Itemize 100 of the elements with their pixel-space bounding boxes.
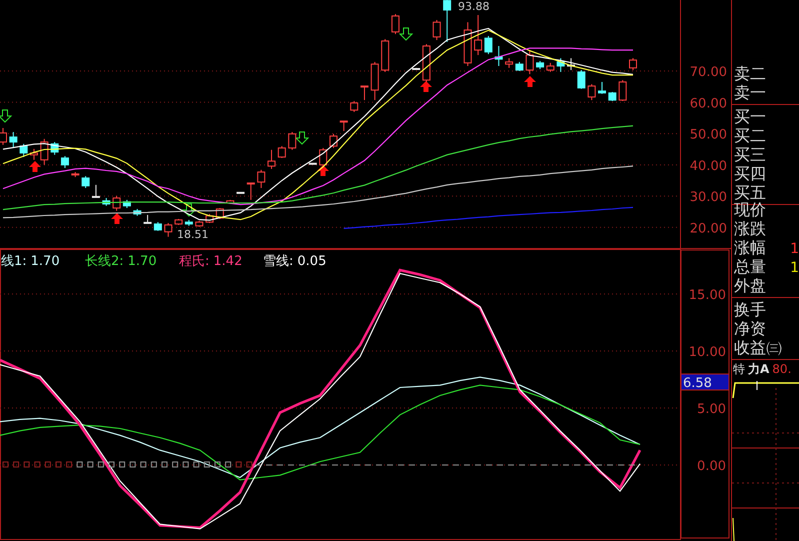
y-axis-label: 10.00 (688, 345, 726, 360)
up-arrow-icon (317, 165, 329, 176)
candlestick (288, 132, 296, 150)
candlestick (381, 38, 390, 72)
candlestick (330, 133, 338, 148)
candlestick (484, 35, 492, 55)
y-axis-label: 70.00 (690, 65, 727, 80)
y-axis-label: 60.00 (690, 96, 727, 112)
up-arrow-icon (111, 213, 123, 224)
candlestick (50, 142, 59, 156)
candlestick (494, 45, 503, 66)
candlestick (567, 58, 576, 71)
candlestick (184, 219, 193, 226)
candlestick (360, 86, 368, 101)
price-label: 93.88 (458, 0, 490, 13)
y-axis-label: 15.00 (688, 288, 726, 304)
indicator-label: 力A (748, 360, 770, 378)
candlestick (536, 60, 544, 70)
candlestick (268, 149, 276, 170)
candlestick (443, 0, 452, 42)
quote-label: 外盘 (734, 276, 766, 295)
down-arrow-icon (0, 110, 12, 123)
y-axis-label: 0.00 (697, 458, 726, 474)
quote-label: 收益㈢ (734, 338, 782, 357)
candlestick (608, 91, 616, 102)
candlestick (618, 80, 627, 102)
candlestick (82, 176, 90, 188)
quote-label: 买五 (734, 183, 766, 202)
candlestick (246, 182, 255, 200)
candlestick (164, 222, 172, 238)
up-arrow-icon (524, 76, 536, 87)
quote-label: 换手 (734, 300, 766, 319)
y-axis-label: 40.00 (690, 158, 727, 174)
down-arrow-icon (398, 28, 414, 41)
candlestick (370, 61, 379, 101)
candlestick (391, 14, 400, 35)
candlestick (174, 218, 183, 226)
candlestick (412, 67, 420, 70)
y-axis-label: 20.00 (690, 221, 727, 236)
quote-value: 1 (790, 259, 799, 278)
candlestick (20, 143, 28, 158)
candlestick (515, 61, 524, 72)
y-axis-label: 50.00 (690, 128, 727, 143)
candlestick (71, 172, 80, 178)
indicator-value: 80. (772, 362, 792, 376)
down-arrow-icon (294, 132, 310, 145)
candlestick (526, 50, 534, 75)
legend-item: 长线2: 1.70 (85, 254, 157, 269)
candlestick (9, 132, 18, 148)
y-axis-label: 5.00 (697, 402, 726, 417)
up-arrow-icon (420, 81, 432, 92)
candlestick (588, 84, 596, 101)
quote-label: 买一 (734, 107, 766, 126)
legend-item: 雪线: 0.05 (263, 254, 326, 269)
candlestick (422, 44, 430, 82)
candlestick (144, 214, 152, 224)
quote-label: 买三 (734, 145, 766, 164)
candlestick (226, 199, 234, 204)
quote-label: 净资 (734, 319, 766, 338)
candlestick (30, 148, 38, 160)
candlestick (556, 58, 565, 72)
legend-item: 程氏: 1.42 (179, 254, 242, 269)
candlestick (236, 192, 245, 194)
candlestick (102, 198, 110, 206)
candlestick (350, 100, 358, 112)
candlestick (122, 199, 131, 209)
candlestick (257, 169, 266, 188)
quote-label: 现价 (734, 200, 766, 219)
candlestick (112, 195, 121, 212)
candlestick (92, 184, 100, 198)
quote-label: 卖二 (734, 64, 766, 83)
candlestick (40, 138, 48, 166)
candlestick (278, 146, 286, 158)
indicator-name: 特 (733, 360, 745, 378)
candlestick (598, 81, 606, 94)
candlestick (474, 14, 482, 56)
down-arrow-icon (182, 204, 196, 217)
price-label: 18.51 (177, 228, 208, 241)
quote-label: 卖一 (734, 83, 766, 102)
candlestick (546, 62, 554, 72)
y-axis-label: 30.00 (690, 190, 727, 206)
candlestick (195, 220, 204, 228)
candlestick (505, 58, 514, 68)
quote-label: 涨跌 (734, 219, 766, 238)
legend-item: 线1: 1.70 (1, 254, 60, 269)
candlestick (206, 213, 214, 224)
quote-label: 买四 (734, 164, 766, 183)
candlestick (464, 22, 472, 66)
quote-label: 涨幅 (734, 238, 766, 257)
candlestick (577, 70, 586, 90)
candlestick (308, 162, 317, 165)
candlestick (629, 58, 637, 71)
current-value-marker: 6.58 (680, 374, 730, 391)
candlestick (340, 120, 348, 132)
quote-label: 买二 (734, 126, 766, 145)
candlestick (60, 156, 69, 168)
quote-value: 1 (790, 240, 799, 259)
quote-label: 总量 (734, 257, 766, 276)
candlestick (319, 147, 328, 168)
up-arrow-icon (29, 161, 41, 172)
